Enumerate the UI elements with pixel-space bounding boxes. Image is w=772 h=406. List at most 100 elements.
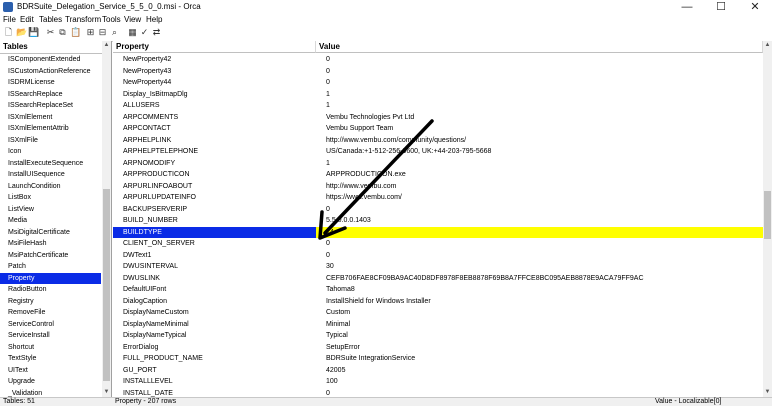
- table-item[interactable]: Property: [0, 272, 101, 284]
- delete-row-icon[interactable]: ⊟: [98, 28, 107, 37]
- table-row[interactable]: DWUSLINK CEFB706FAE8CF09BA9AC40D8DF8978F8…: [113, 273, 763, 284]
- table-item[interactable]: ISXmlFile: [0, 135, 101, 146]
- value-cell[interactable]: http://www.vembu.com/community/questions…: [316, 135, 763, 146]
- property-cell[interactable]: NewProperty44: [113, 77, 316, 88]
- table-item[interactable]: ISSearchReplaceSet: [0, 100, 101, 111]
- property-cell[interactable]: BUILD_NUMBER: [113, 215, 316, 226]
- table-item[interactable]: ListBox: [0, 192, 101, 203]
- property-scroll-thumb[interactable]: [764, 191, 771, 239]
- table-row[interactable]: NewProperty43 0: [113, 66, 763, 77]
- value-cell[interactable]: 0: [316, 388, 763, 398]
- tables-scroll-thumb[interactable]: [103, 189, 110, 381]
- menu-edit[interactable]: Edit: [20, 15, 34, 24]
- property-cell[interactable]: ErrorDialog: [113, 342, 316, 353]
- property-cell[interactable]: DWUSINTERVAL: [113, 261, 316, 272]
- property-cell[interactable]: ARPURLUPDATEINFO: [113, 192, 316, 203]
- table-item[interactable]: Patch: [0, 261, 101, 272]
- transform-icon[interactable]: ⇄: [152, 28, 161, 37]
- table-row[interactable]: DisplayNameTypical Typical: [113, 330, 763, 341]
- table-item[interactable]: Registry: [0, 296, 101, 307]
- table-row[interactable]: NewProperty44 0: [113, 77, 763, 88]
- menu-file[interactable]: File: [3, 15, 16, 24]
- table-row[interactable]: FULL_PRODUCT_NAME BDRSuite IntegrationSer…: [113, 353, 763, 364]
- table-row[interactable]: DialogCaption InstallShield for Windows I…: [113, 296, 763, 307]
- value-cell[interactable]: 1: [316, 89, 763, 100]
- property-cell[interactable]: DisplayNameCustom: [113, 307, 316, 318]
- table-item[interactable]: _Validation: [0, 388, 101, 398]
- new-row-icon[interactable]: ⊞: [86, 28, 95, 37]
- value-cell[interactable]: Minimal: [316, 319, 763, 330]
- property-cell[interactable]: INSTALLLEVEL: [113, 376, 316, 387]
- table-row[interactable]: BUILD_NUMBER 5.5.0.0.0.1403: [113, 215, 763, 226]
- save-icon[interactable]: 💾: [28, 28, 39, 37]
- value-cell[interactable]: 14: [316, 226, 763, 238]
- table-row[interactable]: ALLUSERS 1: [113, 100, 763, 111]
- table-item[interactable]: MsiFileHash: [0, 238, 101, 249]
- table-item[interactable]: ISComponentExtended: [0, 54, 101, 65]
- value-cell[interactable]: 30: [316, 261, 763, 272]
- value-cell[interactable]: 0: [316, 238, 763, 249]
- scroll-up-icon[interactable]: ▲: [102, 41, 111, 50]
- value-cell[interactable]: Vembu Support Team: [316, 123, 763, 134]
- table-item[interactable]: ISSearchReplace: [0, 89, 101, 100]
- property-cell[interactable]: ALLUSERS: [113, 100, 316, 111]
- property-cell[interactable]: NewProperty43: [113, 66, 316, 77]
- tables-scrollbar[interactable]: ▲ ▼: [102, 41, 111, 397]
- table-item[interactable]: Upgrade: [0, 376, 101, 387]
- table-item[interactable]: Shortcut: [0, 342, 101, 353]
- property-cell[interactable]: Display_IsBitmapDlg: [113, 89, 316, 100]
- property-scrollbar[interactable]: ▲ ▼: [763, 41, 772, 397]
- value-cell[interactable]: 0: [316, 54, 763, 65]
- table-item[interactable]: RadioButton: [0, 284, 101, 295]
- value-cell[interactable]: Tahoma8: [316, 284, 763, 295]
- menu-tools[interactable]: Tools: [102, 15, 121, 24]
- table-row[interactable]: ARPURLINFOABOUT http://www.vembu.com: [113, 181, 763, 192]
- property-cell[interactable]: DWText1: [113, 250, 316, 261]
- property-cell[interactable]: CLIENT_ON_SERVER: [113, 238, 316, 249]
- maximize-button[interactable]: ☐: [704, 0, 738, 14]
- property-cell[interactable]: ARPHELPLINK: [113, 135, 316, 146]
- menu-view[interactable]: View: [124, 15, 141, 24]
- table-row[interactable]: INSTALL_DATE 0: [113, 388, 763, 398]
- table-row[interactable]: ARPCONTACT Vembu Support Team: [113, 123, 763, 134]
- table-icon[interactable]: ▦: [128, 28, 137, 37]
- table-row[interactable]: NewProperty42 0: [113, 54, 763, 65]
- menu-tables[interactable]: Tables: [39, 15, 62, 24]
- value-cell[interactable]: US/Canada:+1-512-256-9600, UK:+44-203-79…: [316, 146, 763, 157]
- property-cell[interactable]: ARPCONTACT: [113, 123, 316, 134]
- property-cell[interactable]: DWUSLINK: [113, 273, 316, 284]
- value-cell[interactable]: ARPPRODUCTICON.exe: [316, 169, 763, 180]
- table-item[interactable]: MsiDigitalCertificate: [0, 227, 101, 238]
- table-row[interactable]: ARPHELPLINK http://www.vembu.com/communit…: [113, 135, 763, 146]
- find-icon[interactable]: ⌕: [110, 28, 119, 37]
- table-item[interactable]: ServiceControl: [0, 319, 101, 330]
- property-cell[interactable]: ARPPRODUCTICON: [113, 169, 316, 180]
- property-cell[interactable]: INSTALL_DATE: [113, 388, 316, 398]
- paste-icon[interactable]: 📋: [70, 28, 81, 37]
- property-cell[interactable]: FULL_PRODUCT_NAME: [113, 353, 316, 364]
- table-row[interactable]: DWText1 0: [113, 250, 763, 261]
- value-cell[interactable]: 0: [316, 66, 763, 77]
- validate-icon[interactable]: ✓: [140, 28, 149, 37]
- scroll-down-icon[interactable]: ▼: [763, 388, 772, 397]
- table-row[interactable]: ARPHELPTELEPHONE US/Canada:+1-512-256-960…: [113, 146, 763, 157]
- value-cell[interactable]: Custom: [316, 307, 763, 318]
- table-item[interactable]: UIText: [0, 365, 101, 376]
- scroll-down-icon[interactable]: ▼: [102, 388, 111, 397]
- table-item[interactable]: MsiPatchCertificate: [0, 250, 101, 261]
- copy-icon[interactable]: ⧉: [58, 28, 67, 37]
- value-cell[interactable]: 5.5.0.0.0.1403: [316, 215, 763, 226]
- property-cell[interactable]: ARPCOMMENTS: [113, 112, 316, 123]
- menu-transform[interactable]: Transform: [65, 15, 101, 24]
- table-item[interactable]: Icon: [0, 146, 101, 157]
- table-item[interactable]: InstallExecuteSequence: [0, 158, 101, 169]
- value-cell[interactable]: 42005: [316, 365, 763, 376]
- column-header-property[interactable]: Property: [113, 41, 316, 53]
- table-row[interactable]: DWUSINTERVAL 30: [113, 261, 763, 272]
- property-cell[interactable]: DialogCaption: [113, 296, 316, 307]
- table-row[interactable]: ARPURLUPDATEINFO https://www.vembu.com/: [113, 192, 763, 203]
- table-item[interactable]: ISCustomActionReference: [0, 66, 101, 77]
- table-row[interactable]: ARPNOMODIFY 1: [113, 158, 763, 169]
- new-icon[interactable]: 🗋: [4, 28, 13, 37]
- table-row[interactable]: BUILDTYPE 14: [113, 226, 763, 238]
